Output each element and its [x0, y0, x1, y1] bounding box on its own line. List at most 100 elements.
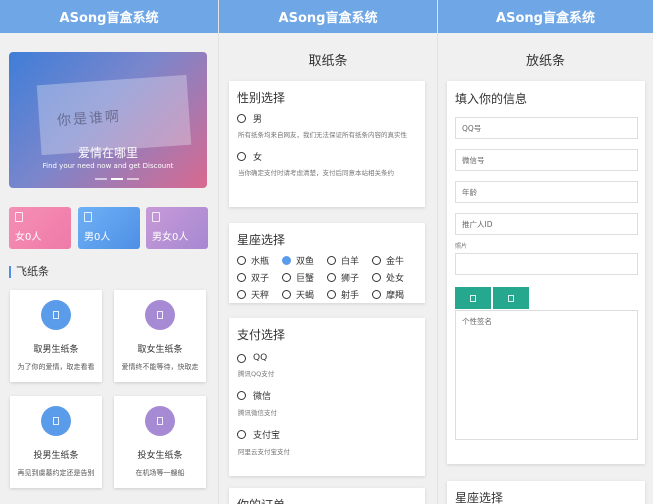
put-female-note-card[interactable]: 投女生纸条 在机场等一艘船 [114, 396, 206, 488]
zodiac-option[interactable]: 天蝎 [282, 288, 327, 301]
payment-option-wechat[interactable]: 微信 [237, 389, 417, 402]
option-label: 金牛 [386, 257, 405, 267]
zodiac-option[interactable]: 巨蟹 [282, 271, 327, 284]
radio-button[interactable] [237, 391, 246, 400]
option-label: 白羊 [341, 257, 360, 267]
radio-button[interactable] [237, 273, 246, 282]
qq-input[interactable]: QQ号 [455, 117, 638, 139]
option-hint: 阿里云支付宝支付 [238, 448, 290, 456]
option-hint: 所有纸条均来自网友，我们无法保证所有纸条内容的真实性 [238, 131, 407, 139]
banner-carousel[interactable]: 你是谁啊 爱情在哪里 Find your need now and get Di… [9, 52, 207, 188]
option-label: 男 [253, 115, 263, 125]
option-hint: 腾讯微信支付 [238, 409, 277, 417]
radio-button[interactable] [237, 290, 246, 299]
card-title: 取女生纸条 [137, 345, 183, 355]
section-heading: 你的订单 [237, 496, 417, 504]
put-male-note-card[interactable]: 投男生纸条 再见到虞墓约定还是告别 [10, 396, 102, 488]
card-title: 取男生纸条 [33, 345, 79, 355]
card-title: 投男生纸条 [33, 451, 79, 461]
zodiac-option[interactable]: 双子 [237, 271, 282, 284]
zodiac-option[interactable]: 摩羯 [372, 288, 417, 301]
card-icon [145, 300, 175, 330]
carousel-dot[interactable] [127, 178, 139, 180]
take-note-panel: ASong盲盒系统 取纸条 性别选择 男 所有纸条均来自网友，我们无法保证所有纸… [218, 0, 437, 504]
promoter-id-input[interactable]: 推广人ID [455, 213, 638, 235]
stat-male-count: 男0人 [78, 207, 140, 249]
take-male-note-card[interactable]: 取男生纸条 为了你的爱情，取走看看 [10, 290, 102, 382]
put-note-panel: ASong盲盒系统 放纸条 填入你的信息 QQ号 微信号 年龄 推广人ID 照片… [437, 0, 653, 504]
carousel-dot[interactable] [95, 178, 107, 180]
section-heading: 填入你的信息 [455, 92, 528, 106]
upload-buttons [455, 287, 637, 309]
upload-button[interactable] [455, 287, 491, 309]
section-heading: 支付选择 [237, 328, 286, 342]
order-section: 你的订单 [229, 488, 425, 504]
zodiac-option[interactable]: 金牛 [372, 254, 417, 267]
radio-button[interactable] [372, 273, 381, 282]
payment-option-alipay[interactable]: 支付宝 [237, 428, 417, 441]
zodiac-option[interactable]: 处女 [372, 271, 417, 284]
radio-button[interactable] [327, 273, 336, 282]
radio-button[interactable] [282, 273, 291, 282]
card-subtitle: 在机场等一艘船 [135, 469, 185, 477]
radio-button[interactable] [282, 290, 291, 299]
radio-button[interactable] [327, 256, 336, 265]
carousel-indicators [95, 178, 139, 180]
note-icon [53, 417, 59, 425]
photo-label: 照片 [455, 243, 468, 250]
option-label: 狮子 [341, 274, 360, 284]
stat-label: 男0人 [84, 232, 111, 243]
note-icon [157, 311, 163, 319]
carousel-dot-active[interactable] [111, 178, 123, 180]
info-form: 填入你的信息 QQ号 微信号 年龄 推广人ID 照片 个性签名 [447, 81, 645, 464]
option-label: 巨蟹 [296, 274, 315, 284]
page-title: 取纸条 [308, 54, 348, 69]
wechat-input[interactable]: 微信号 [455, 149, 638, 171]
gender-option-male[interactable]: 男 [237, 112, 417, 125]
card-icon [145, 406, 175, 436]
radio-button[interactable] [372, 290, 381, 299]
gender-option-female[interactable]: 女 [237, 150, 417, 163]
file-icon [152, 212, 160, 222]
option-label: 双鱼 [296, 257, 315, 267]
section-title: 飞纸条 [9, 266, 49, 278]
radio-button-checked[interactable] [282, 256, 291, 265]
card-icon [41, 300, 71, 330]
payment-option-qq[interactable]: QQ [237, 353, 417, 363]
section-heading: 星座选择 [455, 491, 504, 504]
option-label: 支付宝 [253, 431, 281, 441]
upload-button[interactable] [493, 287, 529, 309]
zodiac-section: 星座选择 水瓶 双鱼 白羊 金牛 双子 巨蟹 狮子 处女 天秤 天蝎 射手 摩羯 [229, 223, 425, 303]
zodiac-option[interactable]: 白羊 [327, 254, 372, 267]
radio-button[interactable] [237, 152, 246, 161]
radio-button[interactable] [372, 256, 381, 265]
age-input[interactable]: 年龄 [455, 181, 638, 203]
card-subtitle: 再见到虞墓约定还是告别 [17, 469, 95, 477]
signature-textarea[interactable]: 个性签名 [455, 310, 638, 440]
zodiac-option[interactable]: 天秤 [237, 288, 282, 301]
zodiac-option[interactable]: 射手 [327, 288, 372, 301]
radio-button[interactable] [327, 290, 336, 299]
zodiac-option[interactable]: 双鱼 [282, 254, 327, 267]
take-female-note-card[interactable]: 取女生纸条 爱情终不能等待，快取走 [114, 290, 206, 382]
option-label: 天蝎 [296, 291, 315, 301]
payment-section: 支付选择 QQ 腾讯QQ支付 微信 腾讯微信支付 支付宝 阿里云支付宝支付 [229, 318, 425, 476]
section-heading: 性别选择 [237, 91, 286, 105]
option-hint: 当你确定支付时请考虑清楚，支付后同意本站相关条约 [238, 169, 394, 177]
file-icon [15, 212, 23, 222]
radio-button[interactable] [237, 430, 246, 439]
app-title: ASong盲盒系统 [219, 0, 437, 33]
note-icon [157, 417, 163, 425]
zodiac-option[interactable]: 狮子 [327, 271, 372, 284]
app-title: ASong盲盒系统 [438, 0, 653, 33]
radio-button[interactable] [237, 353, 246, 363]
photo-input[interactable] [455, 253, 638, 275]
radio-button[interactable] [237, 256, 246, 265]
radio-button[interactable] [237, 114, 246, 123]
option-label: 水瓶 [251, 257, 270, 267]
card-subtitle: 为了你的爱情，取走看看 [17, 363, 95, 371]
card-subtitle: 爱情终不能等待，快取走 [121, 363, 199, 371]
option-label: 摩羯 [386, 291, 405, 301]
zodiac-option[interactable]: 水瓶 [237, 254, 282, 267]
file-icon [470, 294, 476, 302]
